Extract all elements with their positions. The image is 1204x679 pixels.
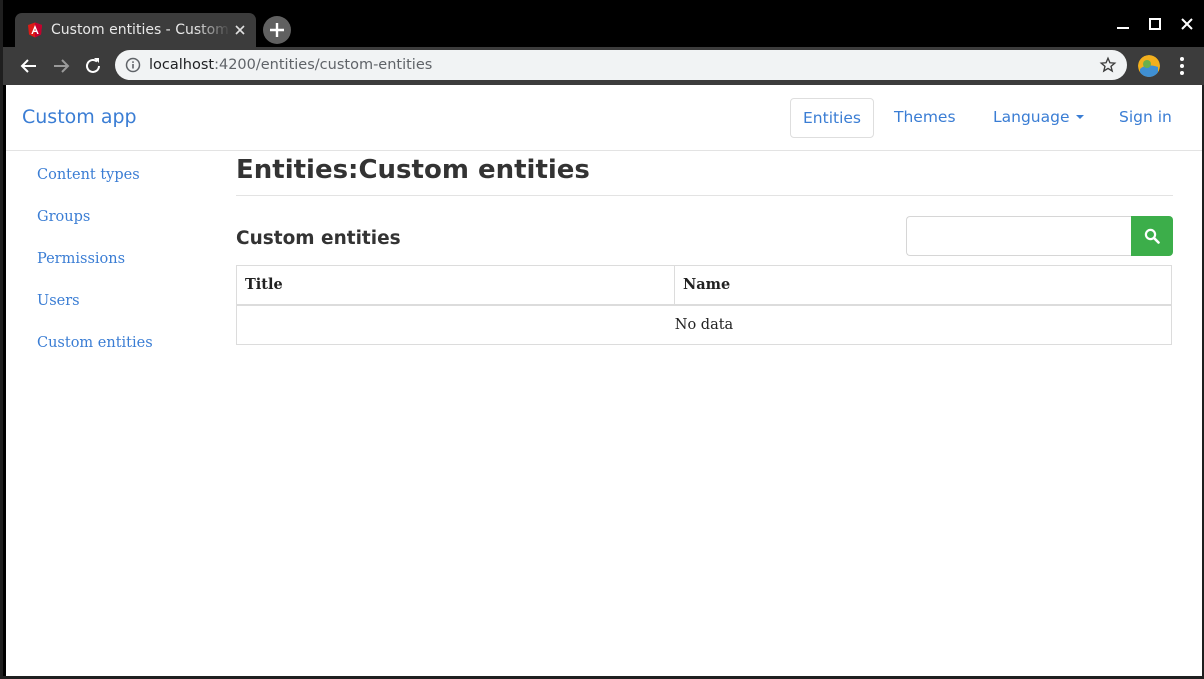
page-content: Custom app Entities Themes Language Sign… bbox=[6, 85, 1202, 676]
back-icon[interactable] bbox=[17, 54, 41, 78]
browser-window: Custom entities - Custom app bbox=[0, 0, 1204, 679]
table-row: No data bbox=[237, 306, 1171, 344]
address-bar[interactable]: localhost:4200/entities/custom-entities bbox=[115, 50, 1127, 80]
forward-icon[interactable] bbox=[49, 54, 73, 78]
search-icon bbox=[1144, 228, 1160, 244]
maximize-icon[interactable] bbox=[1143, 12, 1167, 36]
plus-icon bbox=[270, 23, 284, 37]
empty-state-text: No data bbox=[674, 317, 734, 333]
browser-tab[interactable]: Custom entities - Custom app bbox=[15, 13, 256, 47]
language-label: Language bbox=[993, 108, 1070, 126]
app-navbar: Custom app Entities Themes Language Sign… bbox=[6, 85, 1202, 151]
sidebar-item-custom-entities[interactable]: Custom entities bbox=[37, 333, 153, 353]
browser-toolbar: localhost:4200/entities/custom-entities bbox=[3, 47, 1204, 85]
entities-table: Title Name No data bbox=[236, 265, 1172, 345]
sidebar-item-groups[interactable]: Groups bbox=[37, 207, 90, 227]
nav-item-language[interactable]: Language bbox=[981, 98, 1096, 138]
close-icon[interactable] bbox=[231, 21, 249, 39]
minimize-icon[interactable] bbox=[1111, 12, 1135, 36]
section-title: Custom entities bbox=[236, 228, 401, 249]
nav-item-entities[interactable]: Entities bbox=[790, 98, 874, 138]
brand-link[interactable]: Custom app bbox=[22, 105, 137, 129]
nav-item-sign-in[interactable]: Sign in bbox=[1107, 98, 1184, 138]
angular-icon bbox=[28, 22, 42, 38]
tab-strip: Custom entities - Custom app bbox=[3, 0, 1204, 47]
nav-item-themes[interactable]: Themes bbox=[882, 98, 968, 138]
page-title: Entities:Custom entities bbox=[236, 155, 590, 185]
info-icon[interactable] bbox=[125, 57, 141, 73]
new-tab-button[interactable] bbox=[263, 16, 291, 44]
profile-avatar[interactable] bbox=[1138, 55, 1160, 77]
window-close-icon[interactable] bbox=[1175, 12, 1199, 36]
sidebar-item-permissions[interactable]: Permissions bbox=[37, 249, 125, 269]
table-header: Title Name bbox=[237, 266, 1171, 306]
column-header-title[interactable]: Title bbox=[237, 266, 675, 304]
sidebar-item-users[interactable]: Users bbox=[37, 291, 80, 311]
search-button[interactable] bbox=[1131, 216, 1173, 256]
search-input[interactable] bbox=[906, 216, 1132, 256]
caret-down-icon bbox=[1075, 115, 1084, 119]
url-text: localhost:4200/entities/custom-entities bbox=[149, 57, 433, 73]
column-header-name[interactable]: Name bbox=[675, 266, 1171, 304]
reload-icon[interactable] bbox=[81, 54, 105, 78]
bookmark-star-icon[interactable] bbox=[1099, 56, 1117, 74]
kebab-menu-icon[interactable] bbox=[1172, 54, 1192, 78]
divider bbox=[236, 195, 1173, 196]
sidebar-item-content-types[interactable]: Content types bbox=[37, 165, 140, 185]
